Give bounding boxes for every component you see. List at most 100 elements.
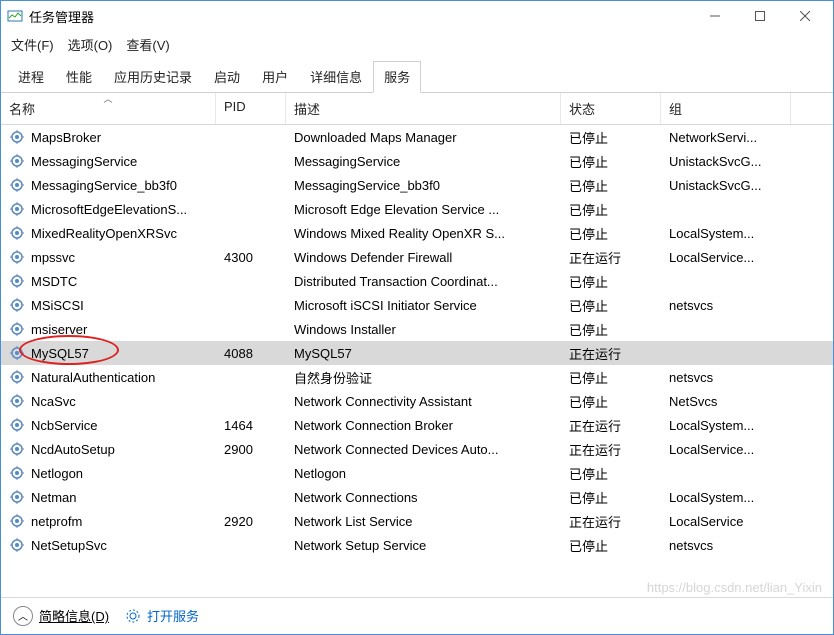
minimize-button[interactable] [692,1,737,31]
table-row[interactable]: NetSetupSvcNetwork Setup Service已停止netsv… [1,533,833,557]
svc-name: MicrosoftEdgeElevationS... [31,202,187,217]
svc-status: 已停止 [561,224,661,243]
table-row[interactable]: NetlogonNetlogon已停止 [1,461,833,485]
svc-status: 正在运行 [561,344,661,363]
svc-status: 已停止 [561,176,661,195]
svc-status: 已停止 [561,128,661,147]
table-row[interactable]: NaturalAuthentication自然身份验证已停止netsvcs [1,365,833,389]
tab-2[interactable]: 应用历史记录 [103,61,203,93]
svc-desc: Windows Installer [286,322,561,337]
service-icon [9,369,25,385]
col-status[interactable]: 状态 [561,93,661,124]
service-icon [9,441,25,457]
table-row[interactable]: NcbService1464Network Connection Broker正… [1,413,833,437]
svc-name: MessagingService [31,154,137,169]
svc-status: 已停止 [561,464,661,483]
menu-file[interactable]: 文件(F) [11,35,54,54]
svc-name: NetSetupSvc [31,538,107,553]
svc-desc: Windows Defender Firewall [286,250,561,265]
svc-desc: MySQL57 [286,346,561,361]
table-row[interactable]: netprofm2920Network List Service正在运行Loca… [1,509,833,533]
service-icon [9,513,25,529]
maximize-button[interactable] [737,1,782,31]
svc-status: 已停止 [561,152,661,171]
tab-6[interactable]: 服务 [373,61,421,93]
grid-header: 名称︿ PID 描述 状态 组 [1,93,833,125]
table-row[interactable]: MessagingServiceMessagingService已停止Unist… [1,149,833,173]
open-services-link[interactable]: 打开服务 [125,606,199,625]
table-row[interactable]: MySQL574088MySQL57正在运行 [1,341,833,365]
menu-view[interactable]: 查看(V) [126,35,169,54]
svc-status: 已停止 [561,272,661,291]
svc-group: netsvcs [661,538,791,553]
table-row[interactable]: NcdAutoSetup 2900Network Connected Device… [1,437,833,461]
table-row[interactable]: MSDTCDistributed Transaction Coordinat..… [1,269,833,293]
svc-name: MixedRealityOpenXRSvc [31,226,177,241]
svc-desc: Network Connection Broker [286,418,561,433]
svc-name: MSDTC [31,274,77,289]
svc-desc: Downloaded Maps Manager [286,130,561,145]
service-icon [9,345,25,361]
services-grid: 名称︿ PID 描述 状态 组 MapsBroker Downloaded Map… [1,93,833,597]
service-icon [9,489,25,505]
table-row[interactable]: NetmanNetwork Connections已停止LocalSystem.… [1,485,833,509]
service-icon [9,201,25,217]
table-row[interactable]: MicrosoftEdgeElevationS...Microsoft Edge… [1,197,833,221]
table-row[interactable]: MSiSCSIMicrosoft iSCSI Initiator Service… [1,293,833,317]
table-row[interactable]: NcaSvcNetwork Connectivity Assistant已停止N… [1,389,833,413]
tab-4[interactable]: 用户 [251,61,299,93]
table-row[interactable]: MessagingService_bb3f0 MessagingService_b… [1,173,833,197]
service-icon [9,297,25,313]
fewer-details-button[interactable]: ︿ 简略信息(D) [13,606,109,626]
tab-1[interactable]: 性能 [55,61,103,93]
svc-pid: 4088 [216,346,286,361]
service-icon [9,537,25,553]
svc-desc: 自然身份验证 [286,368,561,387]
svc-desc: Network Connections [286,490,561,505]
menu-options[interactable]: 选项(O) [68,35,113,54]
col-group[interactable]: 组 [661,93,791,124]
table-row[interactable]: msiserverWindows Installer已停止 [1,317,833,341]
grid-rows[interactable]: MapsBrokerDownloaded Maps Manager已停止Netw… [1,125,833,595]
table-row[interactable]: mpssvc4300Windows Defender Firewall正在运行L… [1,245,833,269]
chevron-up-icon: ︿ [13,606,33,626]
svc-name: NcaSvc [31,394,76,409]
svc-status: 已停止 [561,368,661,387]
col-pid[interactable]: PID [216,93,286,124]
svc-status: 正在运行 [561,512,661,531]
tab-0[interactable]: 进程 [7,61,55,93]
table-row[interactable]: MapsBroker Downloaded Maps Manager已停止Netw… [1,125,833,149]
svc-name: Netman [31,490,77,505]
svc-status: 已停止 [561,488,661,507]
svc-group: NetworkServi... [661,130,791,145]
close-button[interactable] [782,1,827,31]
col-desc[interactable]: 描述 [286,93,561,124]
col-name[interactable]: 名称︿ [1,93,216,124]
svc-name: mpssvc [31,250,75,265]
svc-name: NcbService [31,418,97,433]
window-title: 任务管理器 [29,7,692,26]
svc-desc: MessagingService_bb3f0 [286,178,561,193]
sort-indicator-icon: ︿ [103,93,112,105]
tabbar: 进程性能应用历史记录启动用户详细信息服务 [1,60,833,93]
svc-name: MessagingService_bb3f0 [31,178,177,193]
app-icon [7,8,23,24]
service-icon [9,465,25,481]
tab-5[interactable]: 详细信息 [299,61,373,93]
svc-desc: Network Connected Devices Auto... [286,442,561,457]
svc-pid: 4300 [216,250,286,265]
tab-3[interactable]: 启动 [203,61,251,93]
service-icon [9,177,25,193]
svc-pid: 2920 [216,514,286,529]
svc-name: NcdAutoSetup [31,442,115,457]
svc-desc: MessagingService [286,154,561,169]
svc-status: 已停止 [561,536,661,555]
svc-group: netsvcs [661,298,791,313]
svc-pid: 2900 [216,442,286,457]
svc-name: MapsBroker [31,130,101,145]
service-icon [9,321,25,337]
svc-group: UnistackSvcG... [661,154,791,169]
table-row[interactable]: MixedRealityOpenXRSvcWindows Mixed Reali… [1,221,833,245]
svc-status: 已停止 [561,320,661,339]
svc-desc: Network List Service [286,514,561,529]
